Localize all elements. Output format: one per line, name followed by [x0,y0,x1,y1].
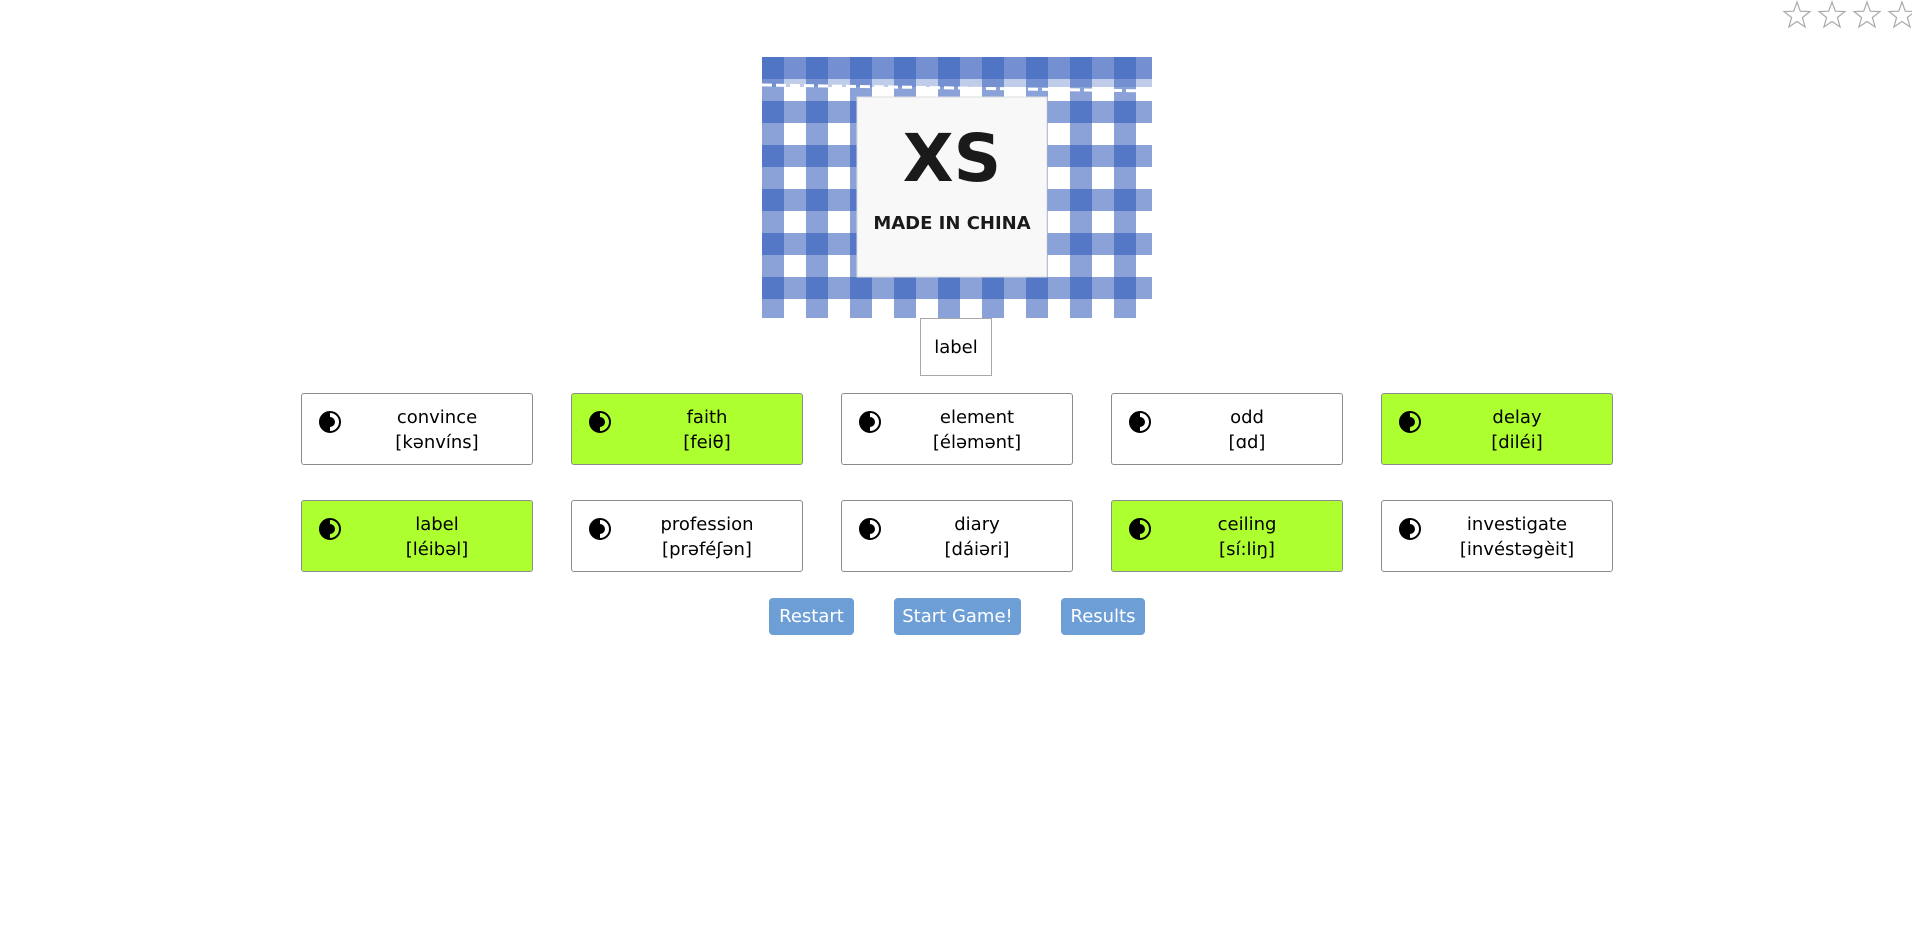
word-card-text: investigate [invéstəgèit] [1422,512,1612,562]
word-card-phonetic: [diléi] [1491,432,1543,453]
speaker-icon[interactable] [318,517,342,541]
restart-button[interactable]: Restart [769,598,854,635]
word-card-word: ceiling [1217,514,1277,535]
word-card-word: diary [954,514,1000,535]
tag-origin-text: MADE IN CHINA [873,213,1030,234]
word-card-word: profession [660,514,754,535]
word-card-text: delay [diléi] [1422,405,1612,455]
word-card-word: faith [686,407,728,428]
word-card-text: ceiling [sí:liŋ] [1152,512,1342,562]
word-card-text: convince [kənvíns] [342,405,532,455]
speaker-icon[interactable] [1398,517,1422,541]
word-card-text: element [éləmənt] [882,405,1072,455]
word-match-game: XS MADE IN CHINA label convince [kənvíns]… [0,0,1912,931]
speaker-icon[interactable] [1128,517,1152,541]
tag-size-text: XS [903,120,1001,197]
word-card-text: profession [prəféʃən] [612,512,802,562]
word-card-text: odd [ɑd] [1152,405,1342,455]
word-card-text: diary [dáiəri] [882,512,1072,562]
word-card[interactable]: diary [dáiəri] [841,500,1073,572]
word-card-phonetic: [prəféʃən] [662,539,752,560]
word-card-word: investigate [1466,514,1568,535]
word-card-text: label [léibəl] [342,512,532,562]
word-card-word: convince [396,407,478,428]
word-card-phonetic: [sí:liŋ] [1219,539,1275,560]
word-card[interactable]: convince [kənvíns] [301,393,533,465]
word-card[interactable]: odd [ɑd] [1111,393,1343,465]
word-card-phonetic: [ɑd] [1228,432,1266,453]
speaker-icon[interactable] [1398,410,1422,434]
word-picture: XS MADE IN CHINA [762,57,1152,318]
word-card-phonetic: [invéstəgèit] [1459,539,1575,560]
star-empty-icon [1887,0,1912,30]
word-card-phonetic: [dáiəri] [944,539,1010,560]
word-card[interactable]: ceiling [sí:liŋ] [1111,500,1343,572]
target-word: label [920,318,992,376]
word-card[interactable]: label [léibəl] [301,500,533,572]
star-empty-icon [1817,0,1852,30]
speaker-icon[interactable] [1128,410,1152,434]
start-game-button[interactable]: Start Game! [894,598,1021,635]
word-card[interactable]: investigate [invéstəgèit] [1381,500,1613,572]
word-card[interactable]: faith [feiθ] [571,393,803,465]
word-card-phonetic: [léibəl] [405,539,469,560]
word-card-phonetic: [feiθ] [683,432,731,453]
word-card-phonetic: [éləmənt] [932,432,1022,453]
speaker-icon[interactable] [318,410,342,434]
speaker-icon[interactable] [858,410,882,434]
word-card-word: delay [1492,407,1542,428]
results-button[interactable]: Results [1061,598,1145,635]
star-empty-icon [1782,0,1817,30]
word-card[interactable]: profession [prəféʃən] [571,500,803,572]
word-card-phonetic: [kənvíns] [395,432,479,453]
word-card[interactable]: element [éləmənt] [841,393,1073,465]
word-card-word: label [415,514,459,535]
word-card-word: odd [1230,407,1264,428]
word-card[interactable]: delay [diléi] [1381,393,1613,465]
word-card-word: element [939,407,1015,428]
word-card-text: faith [feiθ] [612,405,802,455]
star-empty-icon [1852,0,1887,30]
speaker-icon[interactable] [858,517,882,541]
speaker-icon[interactable] [588,517,612,541]
star-rating [1782,0,1912,30]
speaker-icon[interactable] [588,410,612,434]
